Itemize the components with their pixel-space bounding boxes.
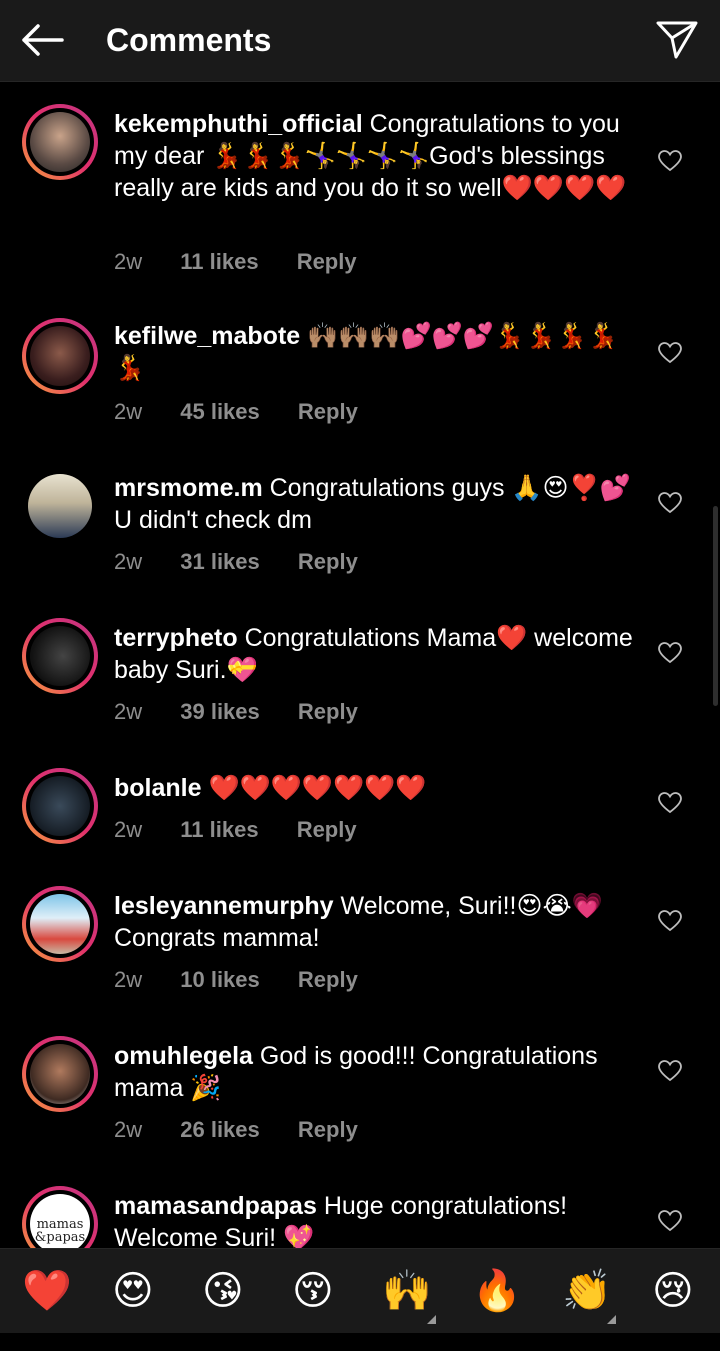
comment-likes[interactable]: 26 likes	[180, 1117, 260, 1142]
comment-username[interactable]: kefilwe_mabote	[114, 322, 300, 350]
comment-username[interactable]: bolanle	[114, 774, 202, 802]
reply-button[interactable]: Reply	[297, 249, 357, 274]
scrollbar[interactable]	[713, 506, 718, 706]
reply-button[interactable]: Reply	[297, 817, 357, 842]
avatar[interactable]: mamas &papas	[22, 1186, 98, 1248]
direct-message-icon[interactable]	[654, 18, 700, 62]
comment-text: kefilwe_mabote 🙌🏽🙌🏽🙌🏽💕💕💕💃💃💃💃💃	[114, 320, 634, 384]
comment-list[interactable]: kekemphuthi_official Congratulations to …	[0, 82, 720, 1248]
comment-text: bolanle ❤️❤️❤️❤️❤️❤️❤️	[114, 772, 634, 804]
emoji-reaction-bar: ❤️ 😍 😘 😚 🙌 🔥 👏 😢	[0, 1248, 720, 1334]
comment-text: omuhlegela God is good!!! Congratulation…	[114, 1040, 634, 1104]
comment-body: ❤️❤️❤️❤️❤️❤️❤️	[208, 774, 427, 802]
heart-icon[interactable]	[658, 910, 682, 932]
heart-icon[interactable]	[658, 150, 682, 172]
back-arrow-icon[interactable]	[18, 20, 66, 60]
header-bar: Comments	[0, 0, 720, 82]
heart-icon[interactable]	[658, 342, 682, 364]
comment-time: 2w	[114, 399, 143, 424]
heart-icon[interactable]	[658, 792, 682, 814]
bottom-edge	[0, 1333, 720, 1351]
heart-icon[interactable]	[658, 642, 682, 664]
comment-username[interactable]: mamasandpapas	[114, 1192, 317, 1220]
reply-button[interactable]: Reply	[298, 549, 358, 574]
avatar[interactable]	[22, 886, 98, 962]
avatar[interactable]	[22, 318, 98, 394]
comment-username[interactable]: terrypheto	[114, 624, 238, 652]
reply-button[interactable]: Reply	[298, 1117, 358, 1142]
avatar[interactable]	[22, 104, 98, 180]
comment-meta: 2w 31 likes Reply	[114, 549, 390, 575]
comment-time: 2w	[114, 699, 143, 724]
fire-emoji-button[interactable]: 🔥	[472, 1269, 522, 1313]
comment-time: 2w	[114, 817, 143, 842]
comment-username[interactable]: lesleyannemurphy	[114, 892, 334, 920]
comment-text: terrypheto Congratulations Mama❤️ welcom…	[114, 622, 634, 686]
comment-meta: 2w 11 likes Reply	[114, 817, 389, 843]
crying-face-emoji-button[interactable]: 😢	[652, 1269, 694, 1313]
clapping-hands-emoji-button[interactable]: 👏	[562, 1269, 612, 1313]
heart-icon[interactable]	[658, 1060, 682, 1082]
comment-meta: 2w 26 likes Reply	[114, 1117, 390, 1143]
avatar[interactable]	[22, 468, 98, 544]
comment-text: lesleyannemurphy Welcome, Suri!!😍😭💗 Cong…	[114, 890, 634, 954]
comment-meta: 2w 45 likes Reply	[114, 399, 390, 425]
comment-meta: 2w 10 likes Reply	[114, 967, 390, 993]
comment-text: mrsmome.m Congratulations guys 🙏😍❣️💕 U d…	[114, 472, 634, 536]
comment-time: 2w	[114, 1117, 143, 1142]
heart-icon[interactable]	[658, 492, 682, 514]
comment-time: 2w	[114, 249, 143, 274]
comment-text: kekemphuthi_official Congratulations to …	[114, 108, 634, 204]
comment-username[interactable]: mrsmome.m	[114, 474, 263, 502]
comment-likes[interactable]: 39 likes	[180, 699, 260, 724]
comment-meta: 2w 39 likes Reply	[114, 699, 390, 725]
skin-tone-indicator-icon	[427, 1315, 436, 1324]
comment-time: 2w	[114, 967, 143, 992]
comment-likes[interactable]: 45 likes	[180, 399, 260, 424]
comment-username[interactable]: omuhlegela	[114, 1042, 253, 1070]
kissing-heart-emoji-button[interactable]: 😘	[202, 1269, 244, 1313]
reply-button[interactable]: Reply	[298, 399, 358, 424]
comment-likes[interactable]: 31 likes	[180, 549, 260, 574]
heart-icon[interactable]	[658, 1210, 682, 1232]
avatar[interactable]	[22, 618, 98, 694]
red-heart-emoji-button[interactable]: ❤️	[22, 1269, 72, 1313]
comment-text: mamasandpapas Huge congratulations! Welc…	[114, 1190, 634, 1248]
avatar-logo-text: mamas &papas	[34, 1217, 86, 1245]
reply-button[interactable]: Reply	[298, 699, 358, 724]
avatar[interactable]	[22, 768, 98, 844]
comment-username[interactable]: kekemphuthi_official	[114, 110, 363, 138]
comment-likes[interactable]: 11 likes	[180, 249, 258, 274]
raising-hands-emoji-button[interactable]: 🙌	[382, 1269, 432, 1313]
comment-likes[interactable]: 11 likes	[180, 817, 258, 842]
comment-likes[interactable]: 10 likes	[180, 967, 260, 992]
kissing-face-emoji-button[interactable]: 😚	[292, 1269, 334, 1313]
comment-meta: 2w 11 likes Reply	[114, 249, 389, 275]
comment-time: 2w	[114, 549, 143, 574]
heart-eyes-emoji-button[interactable]: 😍	[112, 1269, 154, 1313]
skin-tone-indicator-icon	[607, 1315, 616, 1324]
reply-button[interactable]: Reply	[298, 967, 358, 992]
page-title: Comments	[106, 22, 272, 58]
avatar[interactable]	[22, 1036, 98, 1112]
